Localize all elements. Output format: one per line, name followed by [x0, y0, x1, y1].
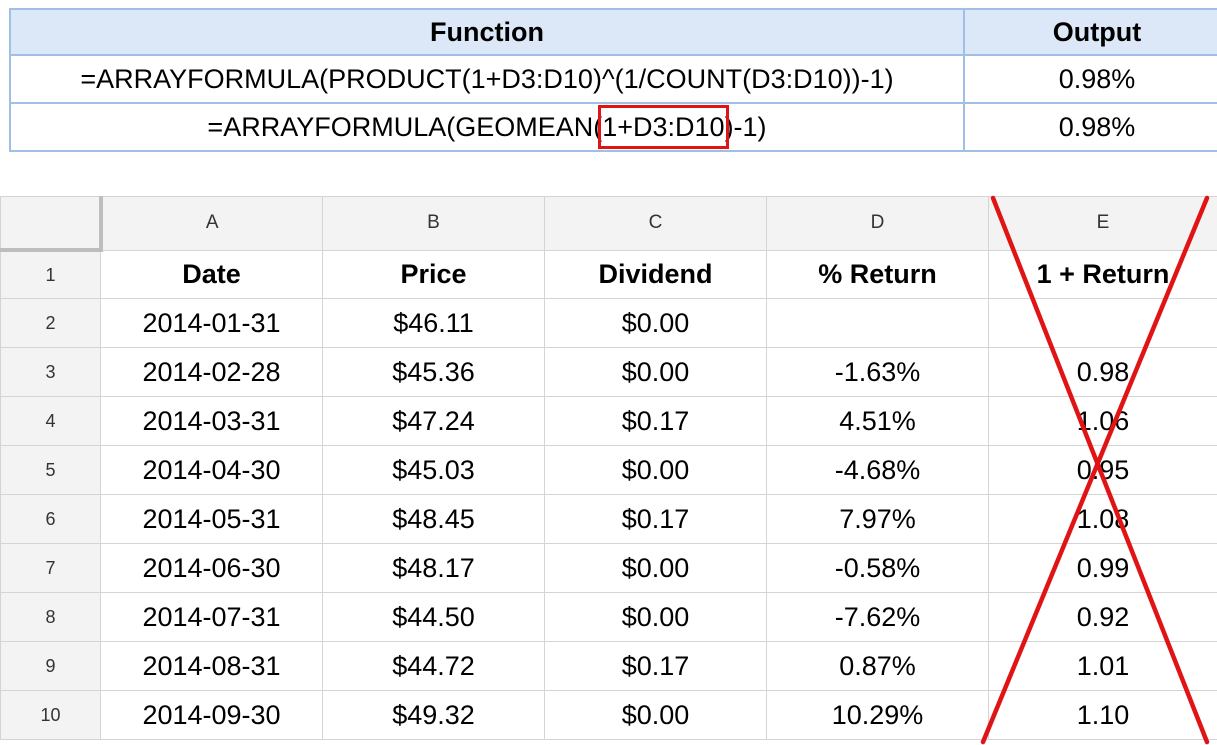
table-row: 5 2014-04-30 $45.03 $0.00 -4.68% 0.95: [0, 445, 1217, 495]
cell-dividend[interactable]: $0.00: [544, 592, 767, 642]
cell-date[interactable]: 2014-08-31: [100, 641, 323, 691]
cell-one-plus-return[interactable]: 0.92: [988, 592, 1217, 642]
cell-dividend[interactable]: $0.00: [544, 543, 767, 593]
cell-dividend[interactable]: $0.17: [544, 396, 767, 446]
row-header[interactable]: 7: [0, 543, 101, 593]
column-header-c[interactable]: C: [544, 196, 767, 251]
cell-price[interactable]: $46.11: [322, 298, 545, 348]
column-header-e[interactable]: E: [988, 196, 1217, 251]
cell-one-plus-return[interactable]: 1.06: [988, 396, 1217, 446]
cell-price[interactable]: $44.50: [322, 592, 545, 642]
cell-return[interactable]: -1.63%: [766, 347, 989, 397]
function-formula: =ARRAYFORMULA(PRODUCT(1+D3:D10)^(1/COUNT…: [9, 54, 965, 104]
highlighted-range: 1+D3:D10: [602, 111, 725, 142]
table-row: 2 2014-01-31 $46.11 $0.00: [0, 298, 1217, 348]
function-header: Function: [9, 8, 965, 56]
row-header[interactable]: 9: [0, 641, 101, 691]
cell-date[interactable]: 2014-03-31: [100, 396, 323, 446]
cell-price[interactable]: $44.72: [322, 641, 545, 691]
cell-dividend-header[interactable]: Dividend: [544, 249, 767, 299]
table-row: 6 2014-05-31 $48.45 $0.17 7.97% 1.08: [0, 494, 1217, 544]
select-all-corner[interactable]: [0, 196, 103, 252]
cell-price[interactable]: $47.24: [322, 396, 545, 446]
cell-dividend[interactable]: $0.17: [544, 494, 767, 544]
table-row: 9 2014-08-31 $44.72 $0.17 0.87% 1.01: [0, 641, 1217, 691]
row-header[interactable]: 1: [0, 249, 101, 299]
formula-prefix: =ARRAYFORMULA(GEOMEAN(: [207, 111, 603, 142]
cell-date[interactable]: 2014-01-31: [100, 298, 323, 348]
cell-return-header[interactable]: % Return: [766, 249, 989, 299]
cell-price[interactable]: $48.17: [322, 543, 545, 593]
function-row: =ARRAYFORMULA(GEOMEAN(1+D3:D10)-1) 0.98%: [9, 102, 1217, 152]
cell-one-plus-return[interactable]: [988, 298, 1217, 348]
row-header[interactable]: 6: [0, 494, 101, 544]
cell-return[interactable]: -7.62%: [766, 592, 989, 642]
row-header[interactable]: 5: [0, 445, 101, 495]
table-row: 1 Date Price Dividend % Return 1 + Retur…: [0, 249, 1217, 299]
cell-one-plus-return[interactable]: 0.95: [988, 445, 1217, 495]
cell-price[interactable]: $48.45: [322, 494, 545, 544]
function-formula: =ARRAYFORMULA(GEOMEAN(1+D3:D10)-1): [9, 102, 965, 152]
row-header[interactable]: 10: [0, 690, 101, 740]
cell-one-plus-return[interactable]: 1.01: [988, 641, 1217, 691]
formula-suffix: )-1): [724, 111, 767, 142]
cell-dividend[interactable]: $0.17: [544, 641, 767, 691]
cell-date[interactable]: 2014-05-31: [100, 494, 323, 544]
cell-date[interactable]: 2014-02-28: [100, 347, 323, 397]
function-table: Function Output =ARRAYFORMULA(PRODUCT(1+…: [9, 8, 1217, 152]
cell-return[interactable]: 7.97%: [766, 494, 989, 544]
cell-price[interactable]: $49.32: [322, 690, 545, 740]
cell-one-plus-return[interactable]: 0.98: [988, 347, 1217, 397]
cell-one-plus-return-header[interactable]: 1 + Return: [988, 249, 1217, 299]
row-header[interactable]: 4: [0, 396, 101, 446]
table-row: 10 2014-09-30 $49.32 $0.00 10.29% 1.10: [0, 690, 1217, 740]
table-row: 4 2014-03-31 $47.24 $0.17 4.51% 1.06: [0, 396, 1217, 446]
cell-return[interactable]: 4.51%: [766, 396, 989, 446]
column-header-d[interactable]: D: [766, 196, 989, 251]
cell-dividend[interactable]: $0.00: [544, 690, 767, 740]
cell-one-plus-return[interactable]: 1.08: [988, 494, 1217, 544]
cell-date[interactable]: 2014-06-30: [100, 543, 323, 593]
function-output: 0.98%: [963, 102, 1217, 152]
cell-dividend[interactable]: $0.00: [544, 445, 767, 495]
table-row: 7 2014-06-30 $48.17 $0.00 -0.58% 0.99: [0, 543, 1217, 593]
function-row: =ARRAYFORMULA(PRODUCT(1+D3:D10)^(1/COUNT…: [9, 54, 1217, 104]
spreadsheet-grid: A B C D E 1 Date Price Dividend % Return…: [0, 196, 1217, 740]
cell-price-header[interactable]: Price: [322, 249, 545, 299]
cell-return[interactable]: 0.87%: [766, 641, 989, 691]
cell-date[interactable]: 2014-04-30: [100, 445, 323, 495]
cell-one-plus-return[interactable]: 0.99: [988, 543, 1217, 593]
cell-return[interactable]: -0.58%: [766, 543, 989, 593]
column-header-a[interactable]: A: [100, 196, 323, 251]
cell-price[interactable]: $45.03: [322, 445, 545, 495]
row-header[interactable]: 3: [0, 347, 101, 397]
column-header-row: A B C D E: [0, 196, 1217, 252]
cell-return[interactable]: -4.68%: [766, 445, 989, 495]
function-table-header: Function Output: [9, 8, 1217, 56]
row-header[interactable]: 8: [0, 592, 101, 642]
cell-price[interactable]: $45.36: [322, 347, 545, 397]
cell-dividend[interactable]: $0.00: [544, 347, 767, 397]
cell-dividend[interactable]: $0.00: [544, 298, 767, 348]
table-row: 3 2014-02-28 $45.36 $0.00 -1.63% 0.98: [0, 347, 1217, 397]
cell-date[interactable]: 2014-07-31: [100, 592, 323, 642]
output-header: Output: [963, 8, 1217, 56]
cell-date-header[interactable]: Date: [100, 249, 323, 299]
cell-one-plus-return[interactable]: 1.10: [988, 690, 1217, 740]
function-output: 0.98%: [963, 54, 1217, 104]
table-row: 8 2014-07-31 $44.50 $0.00 -7.62% 0.92: [0, 592, 1217, 642]
cell-date[interactable]: 2014-09-30: [100, 690, 323, 740]
column-header-b[interactable]: B: [322, 196, 545, 251]
cell-return[interactable]: [766, 298, 989, 348]
row-header[interactable]: 2: [0, 298, 101, 348]
cell-return[interactable]: 10.29%: [766, 690, 989, 740]
